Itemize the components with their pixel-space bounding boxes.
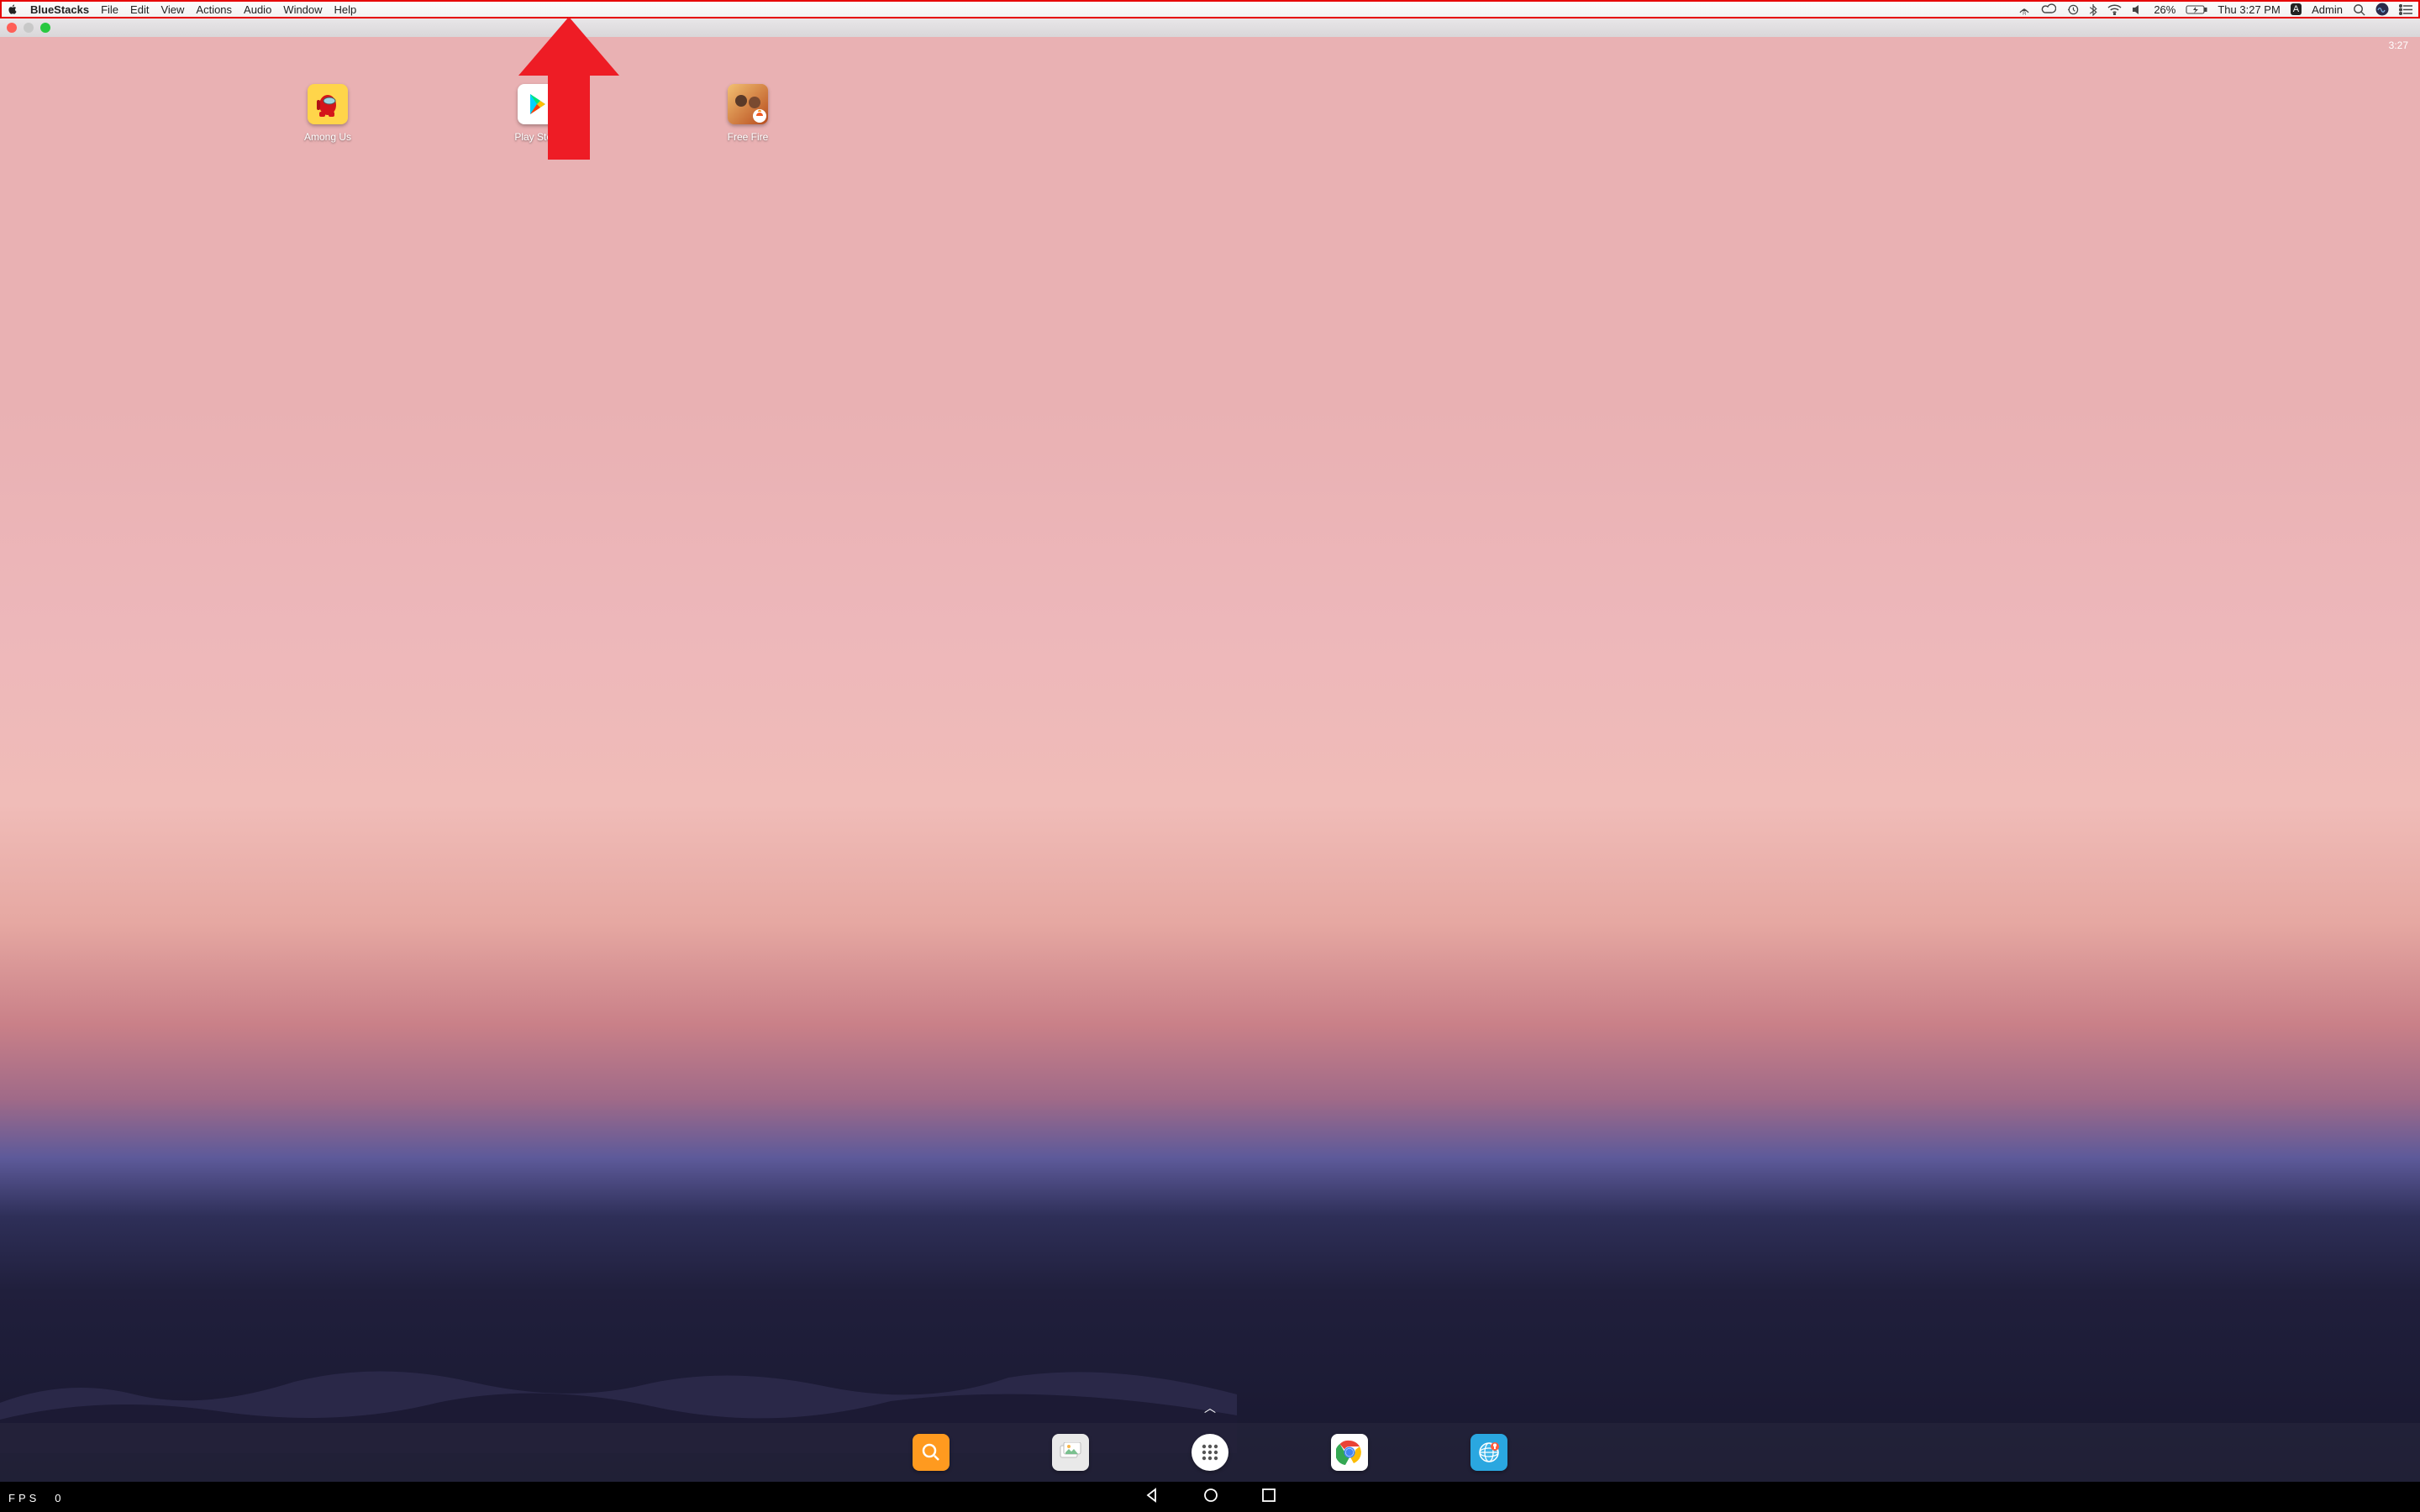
fps-counter: FPS 0 — [8, 1492, 61, 1505]
fps-label: FPS — [8, 1492, 39, 1504]
airdrop-icon[interactable]: H — [2018, 3, 2031, 15]
app-name-menu[interactable]: BlueStacks — [30, 3, 89, 16]
bluetooth-icon[interactable] — [2089, 3, 2097, 16]
volume-icon[interactable] — [2132, 4, 2144, 15]
keyboard-input-icon[interactable]: A — [2291, 3, 2302, 15]
apple-menu[interactable] — [7, 3, 18, 15]
dock-chrome[interactable] — [1331, 1434, 1368, 1471]
menubar-clock[interactable]: Thu 3:27 PM — [2217, 3, 2280, 16]
menu-file[interactable]: File — [101, 3, 118, 16]
nav-home-button[interactable] — [1202, 1487, 1219, 1508]
free-fire-icon — [728, 84, 768, 124]
siri-icon[interactable] — [2375, 3, 2389, 16]
macos-menubar: BlueStacks File Edit View Actions Audio … — [0, 0, 2420, 18]
window-minimize-button[interactable] — [24, 23, 34, 33]
window-close-button[interactable] — [7, 23, 17, 33]
nav-recents-button[interactable] — [1261, 1488, 1276, 1507]
fps-value: 0 — [55, 1492, 60, 1504]
dock-app-drawer[interactable] — [1192, 1434, 1228, 1471]
app-play-store[interactable]: Play Store — [496, 84, 580, 143]
time-machine-icon[interactable] — [2066, 3, 2079, 16]
emulator-viewport: 3:27 Among Us Play Store Free Fire ︿ — [0, 37, 2420, 1512]
menu-help[interactable]: Help — [334, 3, 357, 16]
wifi-icon[interactable] — [2107, 4, 2122, 15]
search-icon — [920, 1441, 942, 1463]
among-us-icon — [313, 90, 342, 118]
android-dock — [0, 1423, 2420, 1482]
dock-search[interactable] — [913, 1434, 950, 1471]
app-drawer-handle[interactable]: ︿ — [1204, 1399, 1216, 1416]
nav-back-button[interactable] — [1144, 1487, 1160, 1508]
notification-center-icon[interactable] — [2399, 4, 2413, 15]
menu-view[interactable]: View — [160, 3, 184, 16]
globe-icon — [1476, 1440, 1502, 1465]
battery-icon[interactable] — [2186, 4, 2207, 15]
svg-text:H: H — [2023, 12, 2027, 15]
app-label: Play Store — [514, 131, 560, 143]
dock-gallery[interactable] — [1052, 1434, 1089, 1471]
gallery-icon — [1058, 1442, 1083, 1462]
app-among-us[interactable]: Among Us — [286, 84, 370, 143]
app-free-fire[interactable]: Free Fire — [706, 84, 790, 143]
menu-window[interactable]: Window — [283, 3, 322, 16]
battery-percent[interactable]: 26% — [2154, 3, 2175, 16]
android-status-bar[interactable]: 3:27 — [0, 37, 2420, 54]
menu-actions[interactable]: Actions — [196, 3, 232, 16]
spotlight-icon[interactable] — [2353, 3, 2365, 16]
window-maximize-button[interactable] — [40, 23, 50, 33]
user-menu[interactable]: Admin — [2312, 3, 2343, 16]
android-nav-bar — [0, 1482, 2420, 1512]
window-titlebar — [0, 18, 2420, 37]
creative-cloud-icon[interactable] — [2041, 3, 2056, 15]
android-wallpaper — [0, 37, 2420, 1512]
app-label: Free Fire — [728, 131, 769, 143]
chrome-icon — [1336, 1439, 1363, 1466]
app-label: Among Us — [304, 131, 351, 143]
android-clock: 3:27 — [2389, 39, 2408, 51]
app-drawer-icon — [1199, 1441, 1221, 1463]
play-store-icon — [525, 92, 550, 117]
menu-audio[interactable]: Audio — [244, 3, 271, 16]
home-screen-apps: Among Us Play Store Free Fire — [286, 84, 790, 143]
dock-browser[interactable] — [1470, 1434, 1507, 1471]
menu-edit[interactable]: Edit — [130, 3, 149, 16]
